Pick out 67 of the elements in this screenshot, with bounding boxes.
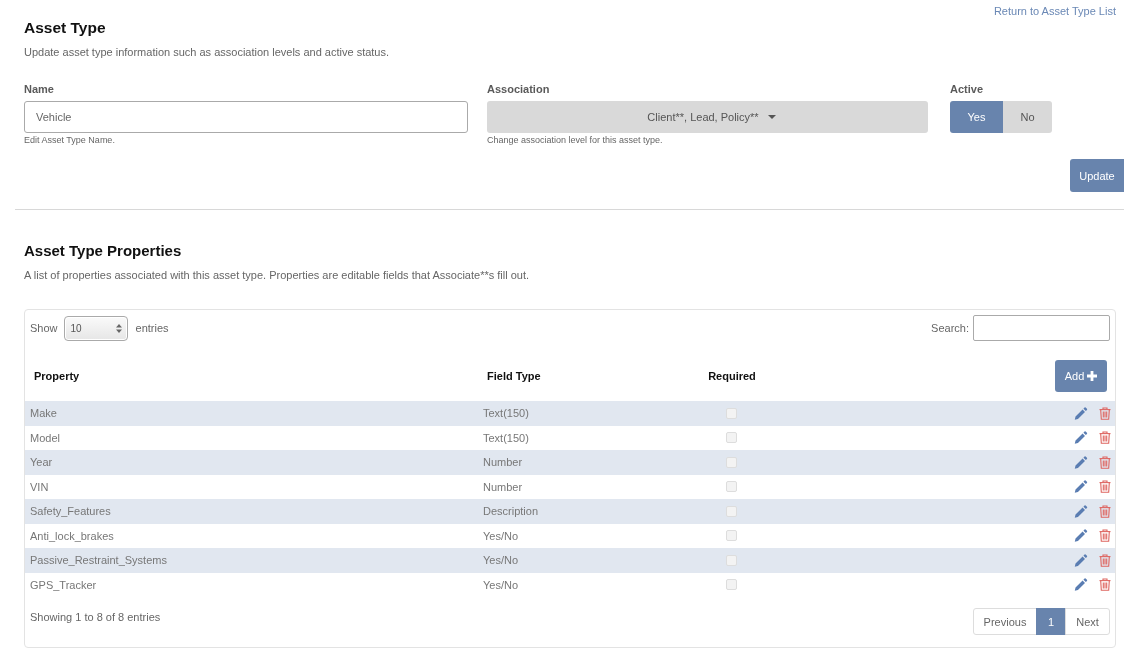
table-cell: Text(150) — [483, 431, 529, 444]
trash-icon[interactable] — [1099, 431, 1111, 445]
table-cell: Text(150) — [483, 407, 529, 420]
table-cell: Safety_Features — [30, 505, 111, 518]
association-help-text: Change association level for this asset type. — [487, 135, 663, 146]
up-down-arrows-icon — [115, 323, 122, 333]
pencil-icon[interactable] — [1074, 406, 1088, 420]
add-button[interactable]: Add — [1055, 360, 1107, 392]
search-field[interactable] — [973, 315, 1110, 341]
column-header: Required — [708, 370, 756, 382]
table-cell: Year — [30, 456, 53, 469]
section-description: A list of properties associated with this asset type. Properties are editable fields that Associate**s fill out. — [24, 268, 531, 282]
table-cell: Yes/No — [483, 554, 519, 567]
entries-label: entries — [135, 322, 169, 334]
return-link[interactable]: Return to Asset Type List — [993, 5, 1116, 18]
page-title: Asset Type — [24, 19, 106, 37]
active-toggle-option[interactable]: No — [1003, 101, 1052, 133]
trash-icon[interactable] — [1099, 480, 1111, 494]
association-dropdown[interactable]: Client**, Lead, Policy** — [487, 101, 928, 133]
search-label: Search: — [931, 322, 969, 334]
trash-icon[interactable] — [1099, 504, 1111, 518]
section-title: Asset Type Properties — [24, 242, 183, 260]
pencil-icon[interactable] — [1074, 529, 1088, 543]
trash-icon[interactable] — [1099, 406, 1111, 420]
pencil-icon[interactable] — [1074, 431, 1088, 445]
trash-icon[interactable] — [1099, 529, 1111, 543]
table-cell: Description — [483, 505, 539, 518]
required-checkbox[interactable] — [726, 530, 737, 542]
show-label: Show — [30, 322, 58, 334]
table-cell: GPS_Tracker — [30, 578, 97, 591]
pencil-icon[interactable] — [1074, 504, 1088, 518]
table-cell: Anti_lock_brakes — [30, 529, 114, 542]
pagination-button[interactable]: Next — [1065, 608, 1110, 635]
table-cell: Number — [483, 480, 523, 493]
trash-icon[interactable] — [1099, 578, 1111, 592]
table-cell: Make — [30, 407, 57, 420]
column-header: Property — [34, 370, 80, 382]
active-toggle-option[interactable]: Yes — [950, 101, 1003, 133]
active-label: Active — [950, 82, 984, 96]
name-input[interactable]: Vehicle — [24, 101, 468, 133]
pencil-icon[interactable] — [1074, 455, 1088, 469]
pencil-icon[interactable] — [1074, 553, 1088, 567]
name-help-text: Edit Asset Type Name. — [24, 135, 115, 146]
table-cell: Passive_Restraint_Systems — [30, 554, 167, 567]
trash-icon[interactable] — [1099, 455, 1111, 469]
update-button[interactable]: Update — [1070, 159, 1124, 192]
required-checkbox[interactable] — [726, 481, 737, 493]
pencil-icon[interactable] — [1074, 578, 1088, 592]
table-cell: Model — [30, 431, 60, 444]
table-cell: Yes/No — [483, 578, 519, 591]
entries-select[interactable]: 10 — [63, 315, 128, 341]
required-checkbox[interactable] — [726, 432, 737, 444]
table-cell: Yes/No — [483, 529, 519, 542]
association-label: Association — [487, 82, 550, 96]
required-checkbox[interactable] — [726, 579, 737, 591]
pagination-button[interactable]: Previous — [973, 608, 1037, 635]
table-cell: VIN — [30, 480, 49, 493]
caret-icon — [767, 115, 776, 119]
page-description: Update asset type information such as association levels and active status. — [24, 45, 391, 59]
entries-info: Showing 1 to 8 of 8 entries — [30, 610, 161, 624]
pencil-icon[interactable] — [1074, 480, 1088, 494]
trash-icon[interactable] — [1099, 553, 1111, 567]
column-header: Field Type — [487, 370, 541, 382]
table-cell: Number — [483, 456, 523, 469]
name-label: Name — [24, 82, 54, 96]
pagination-button[interactable]: 1 — [1036, 608, 1066, 635]
plus-icon — [1087, 371, 1098, 381]
